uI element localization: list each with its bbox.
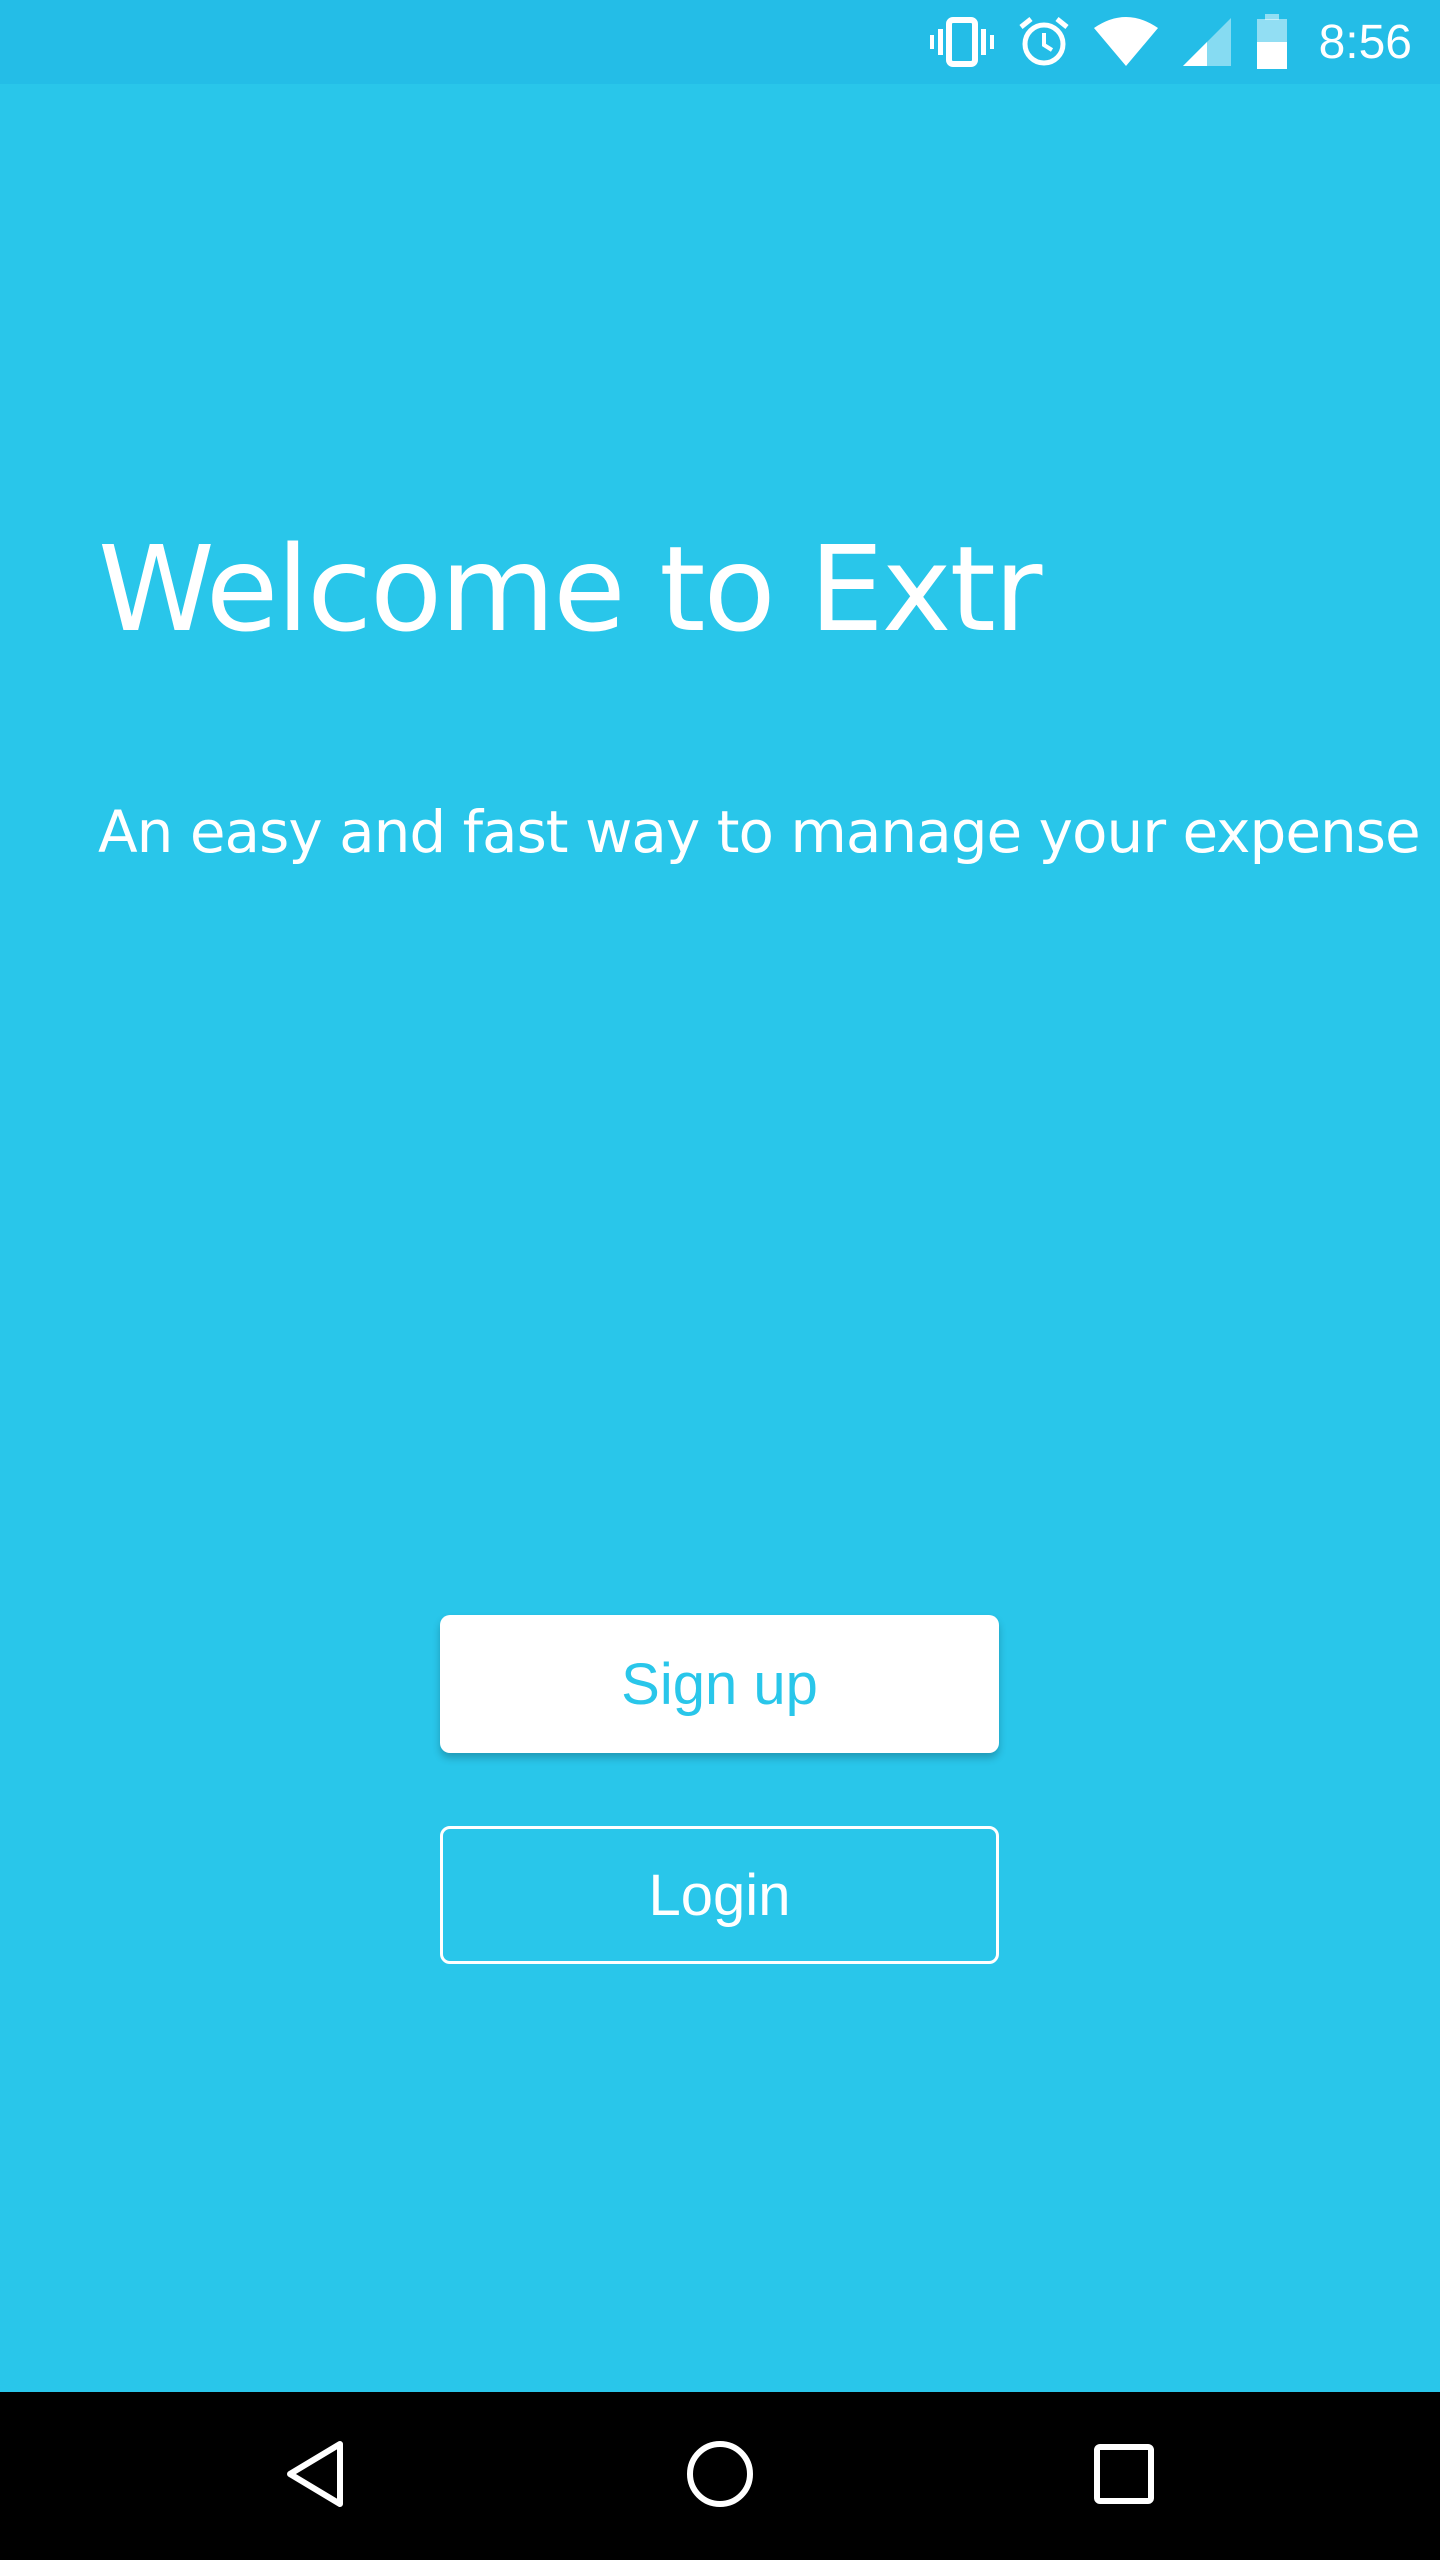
home-icon [685, 2439, 755, 2514]
back-button[interactable] [236, 2392, 396, 2560]
welcome-screen: 8:56 Welcome to Extr An easy and fast wa… [0, 0, 1440, 2560]
wifi-icon [1093, 16, 1159, 68]
recents-button[interactable] [1044, 2392, 1204, 2560]
sign-up-button[interactable]: Sign up [440, 1615, 999, 1753]
status-time: 8:56 [1318, 15, 1412, 69]
login-button[interactable]: Login [440, 1826, 999, 1964]
back-icon [284, 2438, 348, 2515]
cell-signal-icon [1181, 16, 1233, 68]
status-bar: 8:56 [0, 0, 1440, 84]
battery-icon [1255, 14, 1289, 70]
alarm-icon [1017, 15, 1071, 69]
vibrate-icon [929, 16, 995, 68]
status-icons: 8:56 [929, 0, 1412, 84]
page-title: Welcome to Extr [98, 520, 1042, 658]
recents-icon [1093, 2443, 1155, 2510]
home-button[interactable] [640, 2392, 800, 2560]
tagline: An easy and fast way to manage your expe… [98, 798, 1421, 866]
navigation-bar [0, 2392, 1440, 2560]
